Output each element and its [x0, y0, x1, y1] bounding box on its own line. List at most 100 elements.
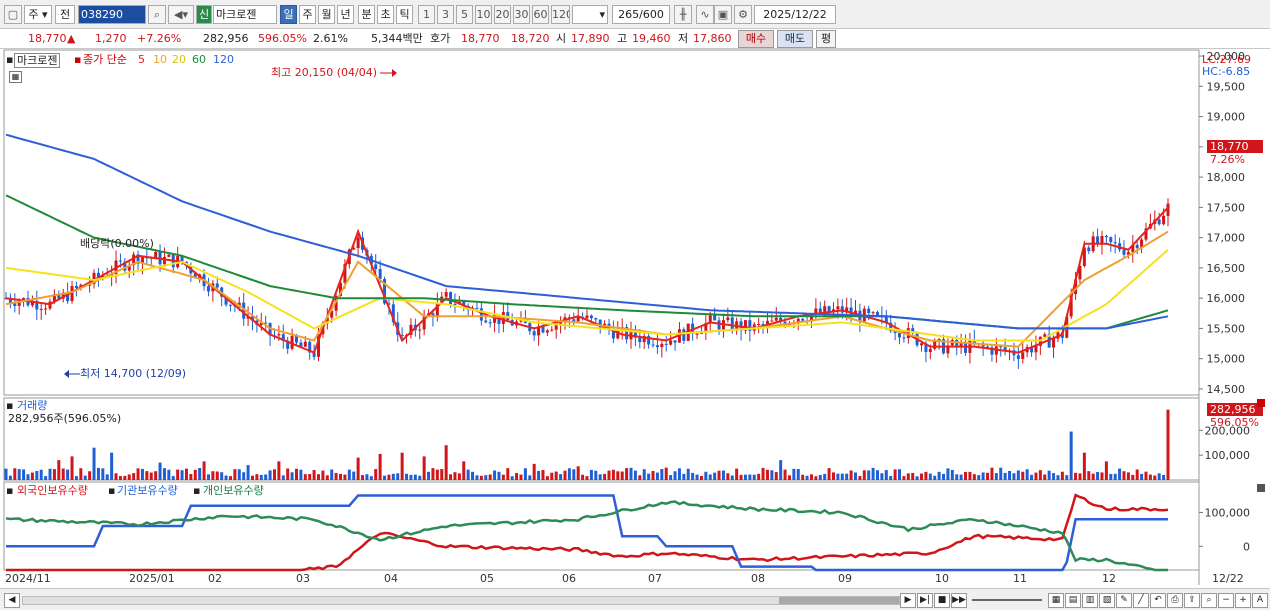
candle-body: [418, 329, 422, 331]
candle-body: [695, 333, 699, 335]
volume-bar: [770, 470, 774, 480]
volume-bar: [1122, 471, 1126, 480]
volume-title: 거래량: [17, 399, 48, 412]
y-tick-label: 16,500: [1207, 262, 1246, 275]
volume-bar: [633, 470, 637, 480]
x-label: 05: [480, 572, 494, 585]
volume-bar: [1038, 470, 1042, 480]
fast-forward-icon[interactable]: ▶▶: [951, 593, 967, 608]
foreign-holdings-title: 외국인보유수량: [17, 484, 88, 497]
scrollbar-thumb[interactable]: [779, 597, 899, 604]
volume-bar: [739, 474, 743, 480]
volume-bar: [1100, 472, 1104, 480]
volume-bar: [1065, 475, 1069, 480]
candle-body: [479, 308, 483, 321]
zoom-in-icon[interactable]: +: [1235, 593, 1251, 608]
search-chart-icon[interactable]: ⌕: [1201, 593, 1217, 608]
align-icon[interactable]: ▧: [1099, 593, 1115, 608]
volume-bar: [70, 456, 74, 480]
volume-bar: [457, 473, 461, 480]
volume-bar: [686, 468, 690, 480]
zoom-icon[interactable]: ▦: [1048, 593, 1064, 608]
undo-icon[interactable]: ↶: [1150, 593, 1166, 608]
volume-bar: [1148, 474, 1152, 480]
volume-bar: [74, 476, 78, 480]
volume-bar: [942, 473, 946, 480]
split-icon[interactable]: ▥: [1082, 593, 1098, 608]
volume-bar: [272, 469, 276, 480]
zoom-slider[interactable]: [972, 599, 1042, 601]
holdings-close-icon[interactable]: [1257, 484, 1265, 492]
volume-bar: [1087, 471, 1091, 480]
candle-body: [589, 315, 593, 319]
volume-bar: [453, 472, 457, 480]
scroll-left-icon[interactable]: ◀: [4, 593, 20, 608]
volume-bar: [475, 475, 479, 480]
volume-bar: [1012, 473, 1016, 480]
layout-icon[interactable]: ▤: [1065, 593, 1081, 608]
volume-bar: [871, 467, 875, 480]
export-icon[interactable]: ⇪: [1184, 593, 1200, 608]
volume-bar: [493, 470, 497, 480]
y-tick-label: 15,000: [1207, 353, 1246, 366]
chart-svg: 14,500 15,000 15,500 16,000 16,500 17,000 17,5…: [3, 49, 1251, 585]
volume-bar: [250, 475, 254, 480]
volume-bar: [145, 471, 149, 480]
stop-icon[interactable]: ■: [934, 593, 950, 608]
volume-bar: [655, 472, 659, 480]
volume-bar: [427, 471, 431, 480]
volume-bar: [290, 472, 294, 480]
volume-bar: [501, 474, 505, 480]
trend-icon[interactable]: ╱: [1133, 593, 1149, 608]
x-label: 11: [1013, 572, 1027, 585]
volume-bar: [101, 468, 105, 480]
volume-bar: [162, 468, 166, 480]
next-icon[interactable]: ▶|: [917, 593, 933, 608]
play-icon[interactable]: ▶: [900, 593, 916, 608]
volume-bar: [647, 473, 651, 480]
candle-body: [585, 315, 589, 319]
x-label: 12/22: [1212, 572, 1244, 585]
ma120-line: [5, 133, 1169, 330]
volume-bar: [682, 473, 686, 480]
ma20-label: 20: [172, 53, 186, 66]
volume-bar: [413, 474, 417, 480]
font-icon[interactable]: A: [1252, 593, 1268, 608]
volume-bar: [933, 475, 937, 480]
volume-bar: [721, 470, 725, 480]
volume-bar: [48, 468, 52, 480]
volume-bar: [796, 469, 800, 480]
grid-icon[interactable]: ▦: [9, 71, 22, 83]
volume-close-icon[interactable]: [1257, 399, 1265, 407]
candle-body: [933, 340, 937, 349]
volume-bar: [1074, 472, 1078, 480]
candle-body: [713, 315, 717, 321]
volume-bar: [999, 467, 1003, 480]
volume-bar: [752, 474, 756, 480]
volume-bar: [1140, 473, 1144, 480]
candle-body: [1021, 352, 1025, 359]
candle-body: [638, 337, 642, 343]
volume-bar: [823, 473, 827, 480]
volume-bar: [920, 473, 924, 480]
volume-bar: [801, 474, 805, 480]
print-icon[interactable]: ⎙: [1167, 593, 1183, 608]
volume-bar: [563, 470, 567, 480]
volume-bar: [220, 472, 224, 480]
scrollbar[interactable]: [22, 596, 900, 605]
volume-bar: [1091, 473, 1095, 480]
holdings-y-tick-label: 100,000: [1205, 506, 1251, 519]
volume-bar: [1043, 474, 1047, 480]
volume-bar: [347, 469, 351, 480]
volume-bar: [1003, 472, 1007, 480]
volume-bar: [805, 475, 809, 480]
candle-body: [118, 260, 122, 262]
volume-bar: [915, 476, 919, 480]
x-label: 07: [648, 572, 662, 585]
volume-bar: [383, 475, 387, 480]
zoom-out-icon[interactable]: −: [1218, 593, 1234, 608]
draw-icon[interactable]: ✎: [1116, 593, 1132, 608]
candle-body: [484, 320, 488, 323]
stock-label[interactable]: 마크로젠: [14, 53, 61, 68]
volume-bar: [937, 471, 941, 480]
